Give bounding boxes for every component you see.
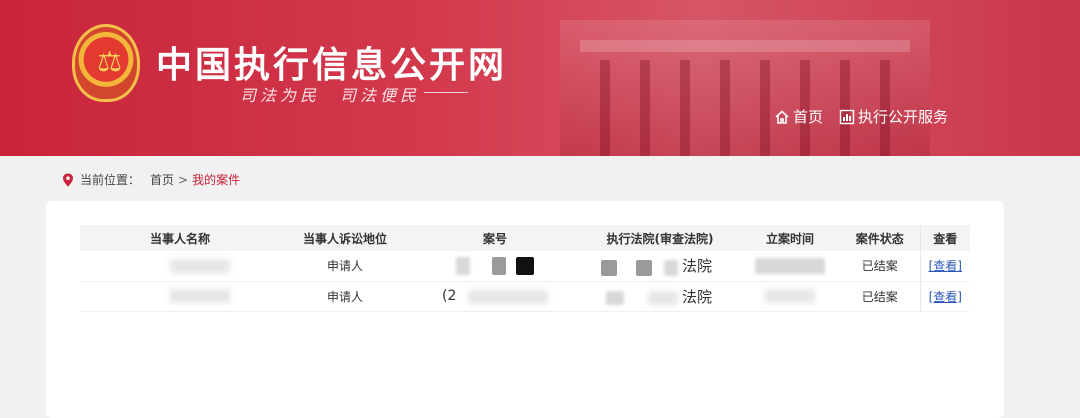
content-panel: 当事人名称 当事人诉讼地位 案号 执行法院(审查法院) 立案时间 案件状态 查看… <box>46 201 1004 418</box>
col-header-party-name: 当事人名称 <box>80 225 280 251</box>
col-header-case-number: 案号 <box>410 225 580 251</box>
chart-icon <box>839 109 855 124</box>
cell-party-role: 申请人 <box>280 251 410 282</box>
redacted-block <box>456 256 471 275</box>
redacted-block <box>636 259 653 276</box>
col-header-party-role: 当事人诉讼地位 <box>280 225 410 251</box>
cell-status: 已结案 <box>840 281 920 312</box>
nav-home-label: 首页 <box>793 108 824 126</box>
redacted-block <box>755 257 825 274</box>
cell-court: 法院 <box>580 251 740 282</box>
redacted-block <box>468 289 549 304</box>
cell-court: 法院 <box>580 281 740 312</box>
nav-services-label: 执行公开服务 <box>858 108 949 126</box>
cell-status: 已结案 <box>840 251 920 282</box>
redacted-block <box>648 291 679 305</box>
redacted-block <box>170 259 230 273</box>
court-name-suffix: 法院 <box>681 257 712 276</box>
redacted-block <box>600 259 617 276</box>
header-building-graphic <box>560 20 930 156</box>
breadcrumb: 当前位置： 首页 > 我的案件 <box>62 171 240 188</box>
col-header-filing-date: 立案时间 <box>740 225 840 251</box>
site-title[interactable]: 中国执行信息公开网 <box>156 36 507 88</box>
cell-case-number <box>410 251 580 282</box>
court-name-suffix: 法院 <box>681 287 712 306</box>
redacted-block <box>765 289 815 304</box>
court-emblem-icon[interactable]: ⚖ <box>72 24 140 102</box>
nav-item-execution-services[interactable]: 执行公开服务 <box>839 106 948 127</box>
slogan-divider <box>424 92 468 93</box>
nav-item-home[interactable]: 首页 <box>774 106 823 127</box>
redacted-block <box>606 291 625 305</box>
cell-view: [查看] <box>919 251 970 282</box>
view-case-link[interactable]: [查看] <box>929 259 962 273</box>
redacted-block <box>492 256 506 275</box>
cell-filing-date <box>740 281 840 312</box>
breadcrumb-home-link[interactable]: 首页 <box>150 171 174 188</box>
location-pin-icon <box>63 173 73 186</box>
case-number-prefix: (2 <box>442 288 457 304</box>
breadcrumb-current: 我的案件 <box>192 173 241 187</box>
col-header-view: 查看 <box>919 225 970 251</box>
cell-party-name <box>80 281 280 312</box>
redacted-block <box>664 259 679 276</box>
cases-table: 当事人名称 当事人诉讼地位 案号 执行法院(审查法院) 立案时间 案件状态 查看… <box>80 225 970 312</box>
breadcrumb-separator: > <box>178 172 189 187</box>
breadcrumb-prefix: 当前位置： <box>80 173 141 187</box>
col-header-court: 执行法院(审查法院) <box>580 225 740 251</box>
home-icon <box>775 109 789 124</box>
view-case-link[interactable]: [查看] <box>929 290 962 304</box>
top-nav: 首页 执行公开服务 <box>774 106 948 127</box>
cell-filing-date <box>740 251 840 282</box>
cell-case-number: (2 <box>410 281 580 312</box>
site-slogan: 司法为民 司法便民 <box>240 86 421 105</box>
site-header: ⚖ 中国执行信息公开网 司法为民 司法便民 首页 执行公开服务 <box>0 0 1080 156</box>
redacted-block <box>515 256 534 275</box>
table-row: 申请人 法院 已结案 [查看] <box>80 251 970 282</box>
cell-view: [查看] <box>919 281 970 312</box>
cell-party-name <box>80 251 280 282</box>
cell-party-role: 申请人 <box>280 281 410 312</box>
table-header-row: 当事人名称 当事人诉讼地位 案号 执行法院(审查法院) 立案时间 案件状态 查看 <box>80 225 970 251</box>
redacted-block <box>170 289 230 304</box>
col-header-status: 案件状态 <box>840 225 920 251</box>
table-row: 申请人 (2 法院 已结案 [查看] <box>80 281 970 312</box>
